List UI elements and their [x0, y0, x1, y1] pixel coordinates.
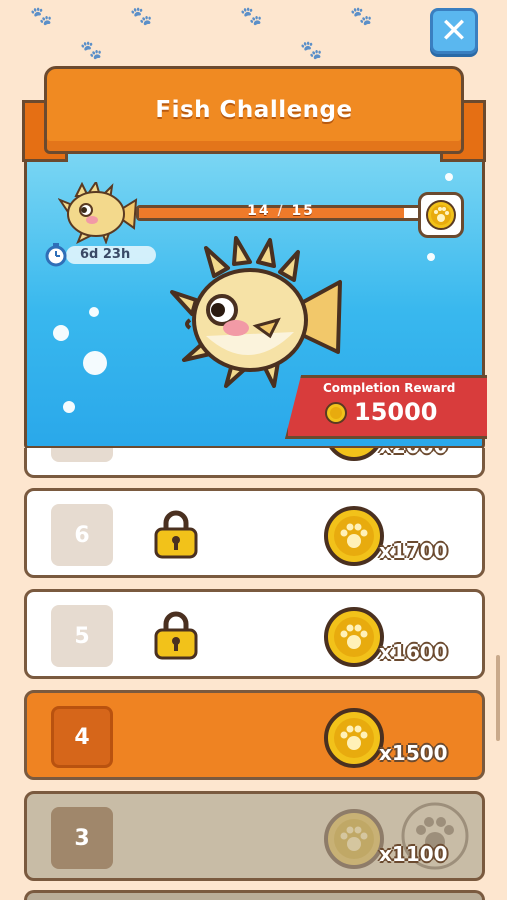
- paw-coin-icon: [324, 607, 384, 667]
- title-ribbon: Fish Challenge: [44, 66, 464, 154]
- tier-badge: 6: [51, 504, 113, 566]
- timer-text: 6d 23h: [80, 246, 131, 262]
- bubble: [63, 401, 75, 413]
- timer: 6d 23h: [44, 243, 156, 267]
- lock-icon: [154, 510, 198, 559]
- close-button[interactable]: ✕: [430, 8, 478, 54]
- tier-badge: [51, 448, 113, 462]
- bubble: [427, 253, 435, 261]
- tier-row-partial: x2000: [24, 448, 485, 478]
- close-icon: ✕: [439, 11, 469, 51]
- page-title: Fish Challenge: [155, 97, 353, 123]
- tier-badge: 3: [51, 807, 113, 869]
- paw-coin-icon: [324, 506, 384, 566]
- pufferfish-icon: [170, 236, 342, 388]
- bubble: [89, 307, 99, 317]
- tier-row[interactable]: 5 x1600: [24, 589, 485, 679]
- tier-row-current[interactable]: 4 x1500: [24, 690, 485, 780]
- lock-icon: [154, 611, 198, 660]
- tier-badge: 4: [51, 706, 113, 768]
- tier-reward-amount: x1600: [379, 640, 448, 664]
- tier-reward-amount: x2000: [379, 448, 448, 458]
- paw-coin-icon: [329, 448, 379, 461]
- scrollbar[interactable]: [496, 655, 500, 741]
- completion-reward-title: Completion Reward: [323, 381, 456, 395]
- progress-label: 14 / 15: [247, 203, 315, 219]
- progress-end-reward[interactable]: [418, 192, 464, 238]
- paw-coin-icon: [324, 708, 384, 768]
- tier-row[interactable]: 6 x1700: [24, 488, 485, 578]
- pufferfish-small-icon: [58, 182, 138, 244]
- tier-reward-amount: x1500: [379, 741, 448, 765]
- paw-coin-icon: [426, 200, 456, 230]
- stopwatch-icon: [45, 243, 67, 267]
- completion-reward-value: 15000: [354, 398, 438, 426]
- bubble: [445, 173, 453, 181]
- tier-badge: 5: [51, 605, 113, 667]
- paw-coin-icon: [324, 809, 384, 869]
- bubble: [83, 351, 107, 375]
- tier-row-next: [24, 890, 485, 900]
- tier-reward-amount: x1100: [379, 842, 448, 866]
- bubble: [53, 325, 69, 341]
- tier-reward-amount: x1700: [379, 539, 448, 563]
- coin-icon: [325, 402, 347, 424]
- tier-row-claimed: 3 x1100: [24, 791, 485, 881]
